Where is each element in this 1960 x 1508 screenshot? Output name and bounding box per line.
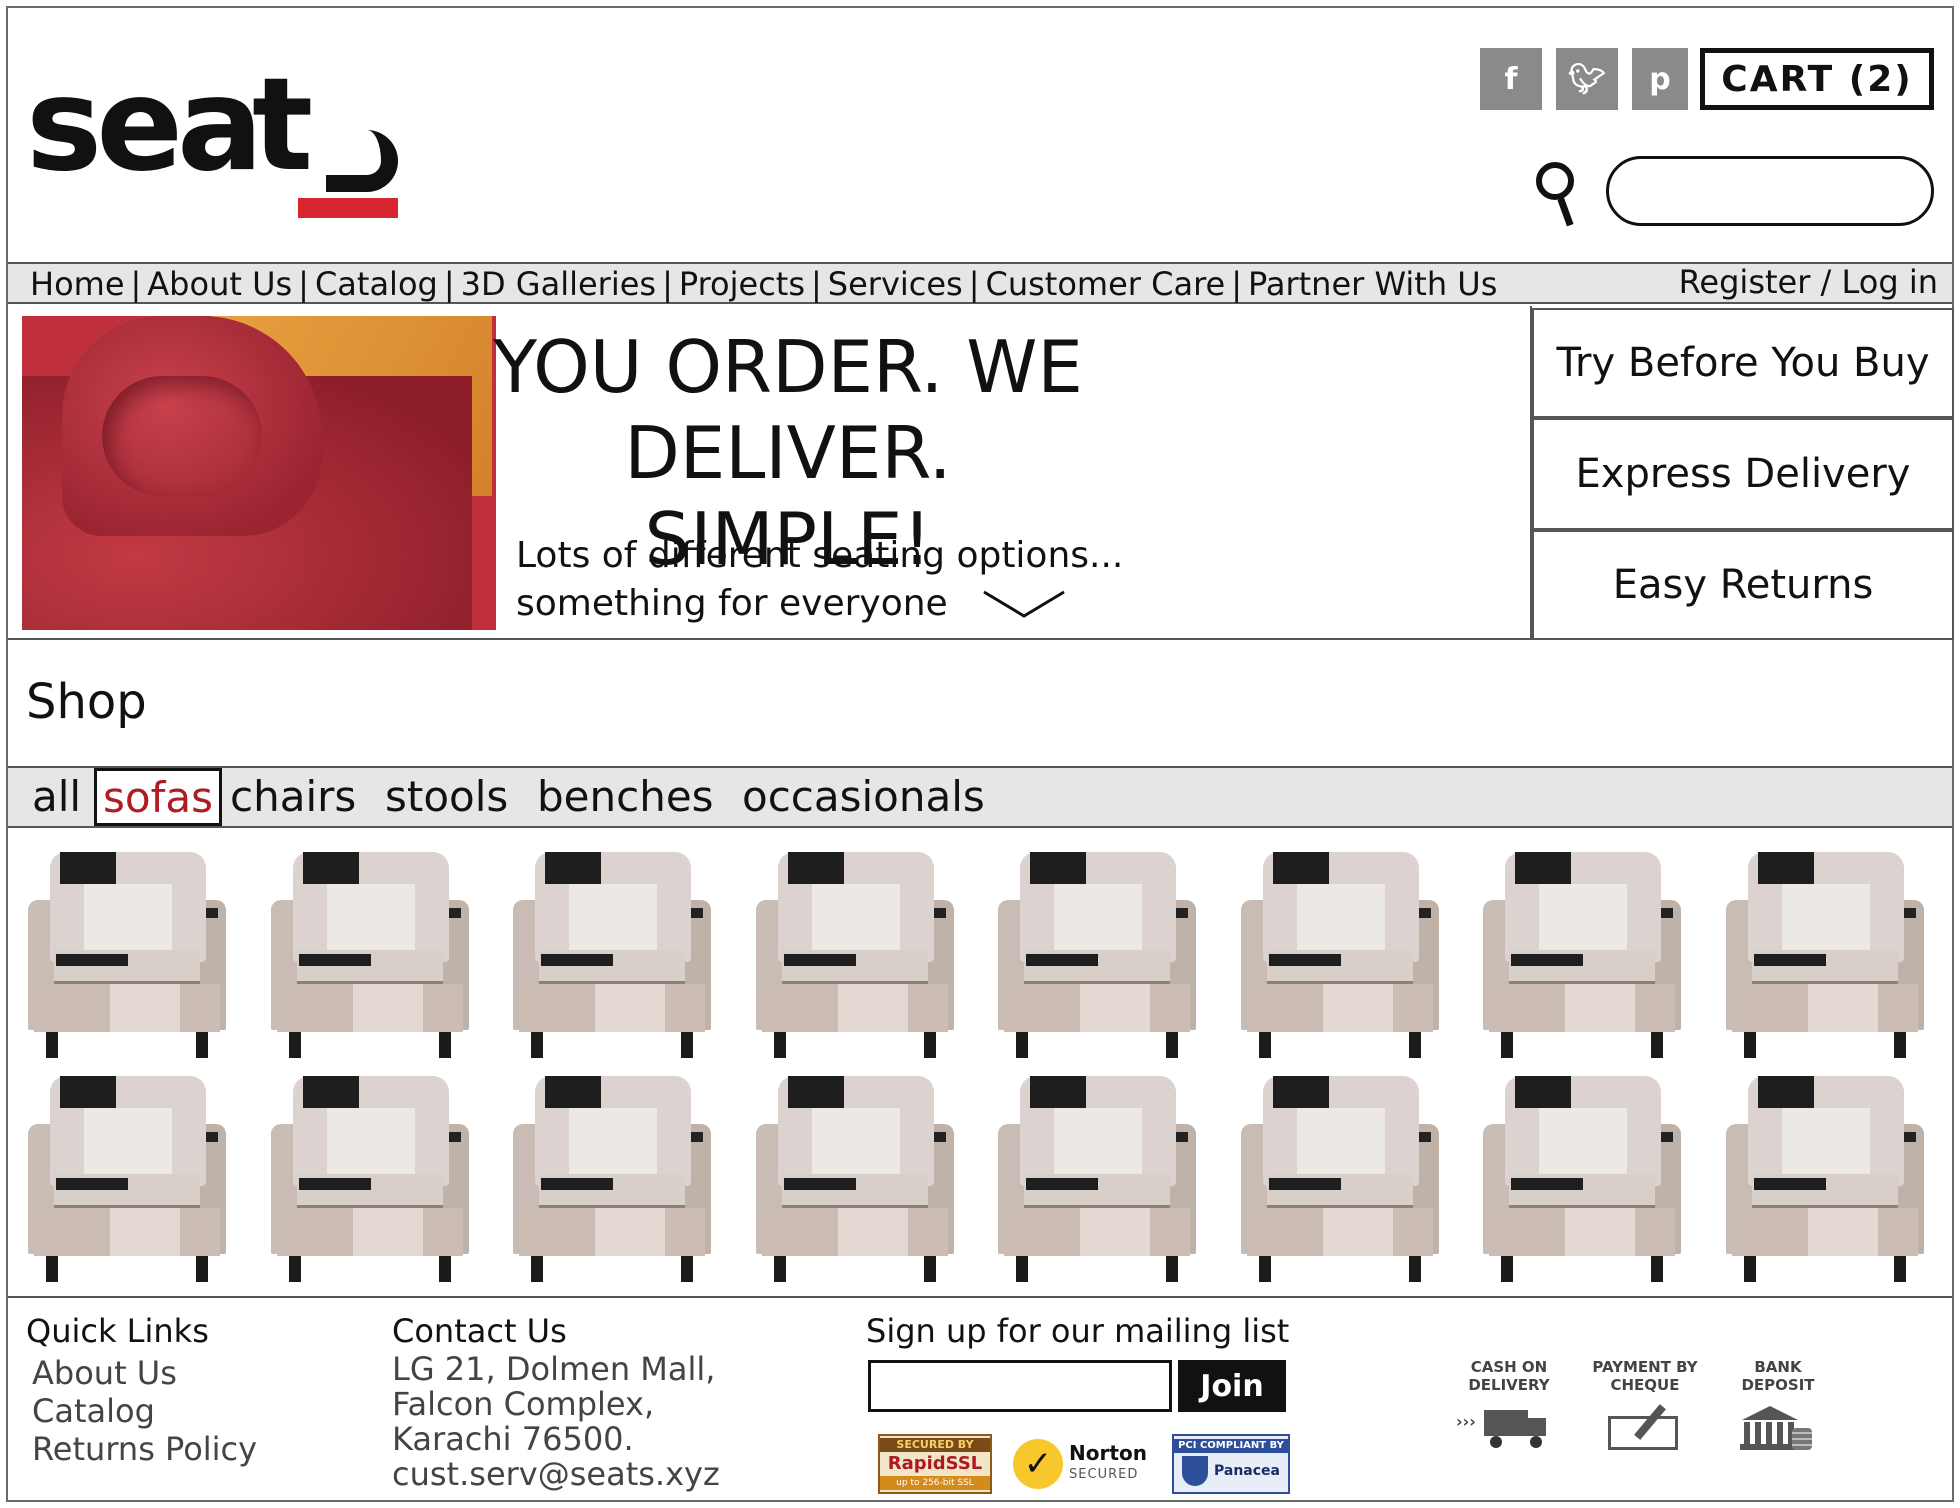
pinterest-button[interactable]: p	[1632, 48, 1688, 110]
shop-title: Shop	[26, 674, 147, 730]
feature-panel: Try Before You Buy Express Delivery Easy…	[1530, 306, 1954, 640]
nav-item-customer-care[interactable]: Customer Care	[986, 265, 1226, 303]
mailing-list-title: Sign up for our mailing list	[866, 1312, 1290, 1350]
feature-easy-returns[interactable]: Easy Returns	[1532, 530, 1954, 640]
product-card[interactable]	[24, 850, 230, 1062]
product-card[interactable]	[1479, 1074, 1685, 1286]
feature-try-before-you-buy[interactable]: Try Before You Buy	[1532, 308, 1954, 418]
armchair-image	[509, 1074, 715, 1286]
search-icon[interactable]	[1536, 162, 1582, 227]
nav-item-catalog[interactable]: Catalog	[315, 265, 438, 303]
contact-line: LG 21, Dolmen Mall,	[392, 1350, 716, 1388]
cheque-icon	[1590, 1402, 1700, 1450]
armchair-image	[1479, 850, 1685, 1062]
main-nav: Home | About Us | Catalog | 3D Galleries | Proje…	[8, 262, 1952, 304]
footer-link-catalog[interactable]: Catalog	[32, 1392, 257, 1430]
product-card[interactable]	[509, 850, 715, 1062]
payment-cash-on-delivery: CASH ON DELIVERY ›››	[1454, 1358, 1564, 1450]
tab-stools[interactable]: stools	[385, 768, 508, 826]
armchair-image	[1237, 850, 1443, 1062]
cart-button[interactable]: CART (2)	[1700, 48, 1934, 110]
armchair-image	[1237, 1074, 1443, 1286]
logo-hook-shape	[326, 130, 398, 192]
seats-logo[interactable]: sea t	[26, 62, 398, 220]
search-input[interactable]	[1606, 156, 1934, 226]
footer-link-returns-policy[interactable]: Returns Policy	[32, 1430, 257, 1468]
contact-line: Falcon Complex,	[392, 1385, 655, 1423]
hero-sofa-image	[22, 316, 496, 630]
footer: Quick Links About Us Catalog Returns Pol…	[8, 1296, 1952, 1500]
nav-item-partner-with-us[interactable]: Partner With Us	[1248, 265, 1497, 303]
armchair-image	[24, 850, 230, 1062]
nav-item-projects[interactable]: Projects	[679, 265, 805, 303]
logo-text-t: t	[252, 51, 313, 200]
armchair-image	[267, 1074, 473, 1286]
nav-item-home[interactable]: Home	[30, 265, 125, 303]
product-card[interactable]	[752, 1074, 958, 1286]
hero-banner: YOU ORDER. WE DELIVER. SIMPLE! Lots of d…	[8, 306, 1954, 640]
nav-item-3d-galleries[interactable]: 3D Galleries	[461, 265, 656, 303]
armchair-image	[1722, 1074, 1928, 1286]
pinterest-icon: p	[1649, 61, 1671, 97]
armchair-image	[752, 1074, 958, 1286]
footer-link-about-us[interactable]: About Us	[32, 1354, 257, 1392]
contact-email[interactable]: cust.serv@seats.xyz	[392, 1457, 720, 1492]
product-card[interactable]	[1722, 1074, 1928, 1286]
product-card[interactable]	[509, 1074, 715, 1286]
armchair-image	[24, 1074, 230, 1286]
product-card[interactable]	[752, 850, 958, 1062]
product-card[interactable]	[267, 850, 473, 1062]
feature-express-delivery[interactable]: Express Delivery	[1532, 418, 1954, 530]
tab-chairs[interactable]: chairs	[230, 768, 356, 826]
armchair-image	[1722, 850, 1928, 1062]
tab-benches[interactable]: benches	[537, 768, 714, 826]
mailing-email-input[interactable]	[868, 1360, 1172, 1412]
pci-compliant-badge: PCI COMPLIANT BY Panacea	[1172, 1434, 1290, 1494]
product-card[interactable]	[1237, 850, 1443, 1062]
join-button[interactable]: Join	[1178, 1360, 1286, 1412]
shield-icon	[1182, 1456, 1208, 1486]
nav-item-services[interactable]: Services	[828, 265, 963, 303]
armchair-image	[267, 850, 473, 1062]
facebook-icon: f	[1504, 61, 1518, 97]
contact-info: LG 21, Dolmen Mall, Falcon Complex, Kara…	[392, 1352, 720, 1492]
norton-secured-badge: ✓ Norton SECURED	[1008, 1434, 1152, 1494]
product-card[interactable]	[994, 1074, 1200, 1286]
armchair-image	[994, 850, 1200, 1062]
truck-icon: ›››	[1454, 1402, 1564, 1450]
product-card[interactable]	[994, 850, 1200, 1062]
checkmark-icon: ✓	[1013, 1439, 1064, 1489]
armchair-image	[752, 850, 958, 1062]
armchair-image	[509, 850, 715, 1062]
contact-line: Karachi 76500.	[392, 1420, 634, 1458]
logo-text: sea	[26, 51, 263, 200]
nav-item-about-us[interactable]: About Us	[147, 265, 292, 303]
armchair-image	[1479, 1074, 1685, 1286]
facebook-button[interactable]: f	[1480, 48, 1542, 110]
armchair-image	[994, 1074, 1200, 1286]
tab-sofas[interactable]: sofas	[94, 768, 222, 826]
rapidssl-badge: SECURED BY RapidSSL up to 256-bit SSL	[878, 1434, 992, 1494]
product-card[interactable]	[24, 1074, 230, 1286]
chevron-down-icon[interactable]	[982, 588, 1066, 618]
nav-links: Home | About Us | Catalog | 3D Galleries | Proje…	[30, 265, 1498, 303]
payment-bank-deposit: BANK DEPOSIT	[1730, 1358, 1826, 1450]
quick-links-title: Quick Links	[26, 1312, 209, 1350]
twitter-icon: 🐦︎	[1567, 61, 1607, 97]
product-card[interactable]	[1722, 850, 1928, 1062]
product-card[interactable]	[267, 1074, 473, 1286]
bank-icon	[1730, 1402, 1826, 1450]
quick-links-list: About Us Catalog Returns Policy	[32, 1354, 257, 1468]
contact-title: Contact Us	[392, 1312, 567, 1350]
register-login-link[interactable]: Register / Log in	[1679, 264, 1938, 300]
product-grid	[24, 850, 1944, 1286]
category-tabs: all sofas chairs stools benches occasion…	[8, 766, 1952, 828]
payment-by-cheque: PAYMENT BY CHEQUE	[1590, 1358, 1700, 1450]
product-card[interactable]	[1237, 1074, 1443, 1286]
product-card[interactable]	[1479, 850, 1685, 1062]
tab-occasionals[interactable]: occasionals	[742, 768, 985, 826]
twitter-button[interactable]: 🐦︎	[1556, 48, 1618, 110]
logo-red-bar	[298, 198, 398, 218]
tab-all[interactable]: all	[32, 768, 81, 826]
